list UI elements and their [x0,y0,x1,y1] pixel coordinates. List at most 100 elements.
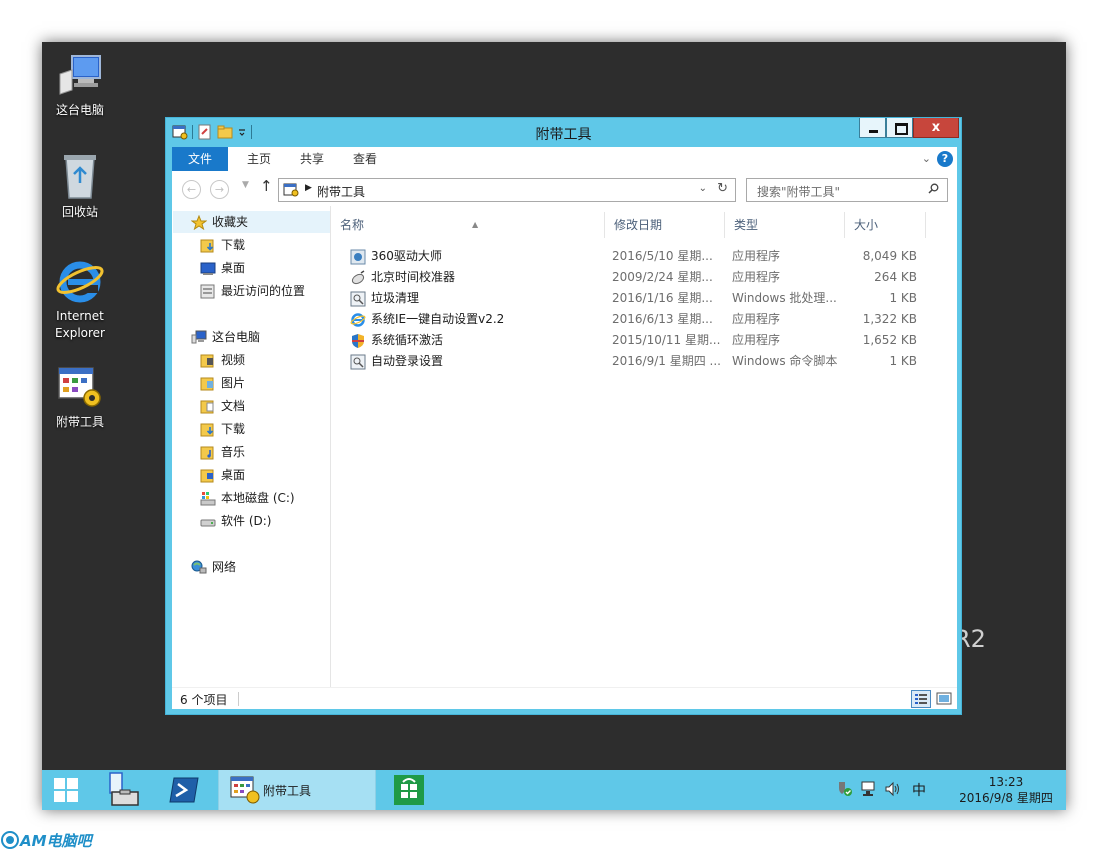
tab-home[interactable]: 主页 [234,147,284,171]
nav-item-downloads[interactable]: 下载 [200,234,245,256]
address-dropdown-chevron-icon[interactable]: ⌄ [699,183,707,194]
taskbar-window-tools[interactable]: 附带工具 [218,770,376,810]
expand-ribbon-chevron-icon[interactable]: ⌄ [922,152,931,165]
file-type: Windows 命令脚本 [732,354,838,368]
nav-label: 文档 [221,399,246,413]
file-name: 北京时间校准器 [371,270,456,284]
maximize-button[interactable] [886,118,913,138]
downloads-folder-icon [200,238,216,253]
tools-folder-icon [230,776,260,804]
powershell-button[interactable] [160,770,210,810]
nav-item-desktop-pc[interactable]: 桌面 [200,464,245,486]
desktop-icon-label: 回收站 [61,205,98,219]
action-center-icon[interactable] [836,781,852,797]
start-button[interactable] [42,770,92,810]
nav-label: 图片 [221,376,246,390]
up-arrow-icon[interactable]: ↑ [260,177,273,195]
recent-locations-chevron-icon[interactable]: ▼ [242,180,249,190]
large-icons-view-icon[interactable] [934,690,954,708]
nav-item-music[interactable]: 音乐 [200,441,245,463]
file-list: 名称 ▲ 修改日期 类型 大小 360驱动大师 2016/5/10 星期... … [332,206,957,687]
file-size: 1 KB [889,354,917,368]
desktop-icon-recycle-bin[interactable]: 回收站 [42,152,118,221]
sort-ascending-icon: ▲ [472,220,479,229]
store-icon [394,775,424,805]
breadcrumb-arrow-icon[interactable]: ▶ [305,183,312,193]
file-row[interactable]: 自动登录设置 2016/9/1 星期四 ... Windows 命令脚本 1 K… [350,351,950,372]
documents-folder-icon [200,399,216,414]
tab-share[interactable]: 共享 [287,147,337,171]
computer-icon [191,330,207,345]
search-box[interactable]: 搜索"附带工具" [746,178,948,202]
address-bar[interactable]: ▶ 附带工具 ⌄ ↻ [278,178,736,202]
column-label: 名称 [340,218,365,232]
network-status-icon[interactable] [860,781,876,797]
nav-item-recent-places[interactable]: 最近访问的位置 [200,280,305,302]
nav-item-desktop[interactable]: 桌面 [200,257,245,279]
column-header-size[interactable]: 大小 [846,212,926,238]
desktop-folder-icon [200,468,216,483]
internet-explorer-icon [54,256,106,306]
explorer-window: 附带工具 x 文件 主页 共享 查看 ⌄ ? ← → ▼ ↑ ▶ 附带工具 ⌄ … [165,117,962,715]
title-bar[interactable]: 附带工具 x [166,118,961,146]
desktop-icon-internet-explorer[interactable]: Internet Explorer [42,256,118,342]
details-view-icon[interactable] [911,690,931,708]
server-manager-button[interactable] [100,770,150,810]
back-button[interactable]: ← [182,180,201,199]
nav-label: 最近访问的位置 [221,284,306,298]
forward-button[interactable]: → [210,180,229,199]
file-type: 应用程序 [732,249,781,263]
close-button[interactable]: x [913,118,959,138]
column-header-date[interactable]: 修改日期 [606,212,725,238]
nav-item-documents[interactable]: 文档 [200,395,245,417]
ime-indicator[interactable]: 中 [912,780,928,799]
search-placeholder: 搜索"附带工具" [757,185,841,199]
nav-item-videos[interactable]: 视频 [200,349,245,371]
powershell-icon [169,777,199,803]
file-row[interactable]: 北京时间校准器 2009/2/24 星期... 应用程序 264 KB [350,267,950,288]
nav-item-drive-c[interactable]: 本地磁盘 (C:) [200,487,295,509]
nav-item-favorites[interactable]: 收藏夹 [173,211,330,233]
tab-view[interactable]: 查看 [340,147,390,171]
nav-item-downloads-pc[interactable]: 下载 [200,418,245,440]
tab-file[interactable]: 文件 [172,147,228,171]
recycle-bin-icon [54,152,106,202]
minimize-button[interactable] [859,118,886,138]
column-label: 修改日期 [614,218,663,232]
desktop-icon-this-pc[interactable]: 这台电脑 [42,50,118,119]
nav-item-this-pc[interactable]: 这台电脑 [191,326,260,348]
nav-label: 桌面 [221,468,246,482]
windows-logo-icon [54,778,78,802]
pictures-folder-icon [200,376,216,391]
search-icon[interactable] [928,183,939,194]
nav-item-pictures[interactable]: 图片 [200,372,245,394]
file-name: 系统IE一键自动设置v2.2 [371,312,505,326]
file-size: 8,049 KB [862,249,917,263]
status-divider [238,692,239,706]
store-button[interactable] [384,770,434,810]
file-row[interactable]: 垃圾清理 2016/1/16 星期... Windows 批处理... 1 KB [350,288,950,309]
item-count: 6 个项目 [180,693,228,707]
desktop-icon-tools[interactable]: 附带工具 [42,362,118,431]
file-row[interactable]: 360驱动大师 2016/5/10 星期... 应用程序 8,049 KB [350,246,950,267]
file-name: 系统循环激活 [371,333,444,347]
column-header-type[interactable]: 类型 [726,212,845,238]
refresh-icon[interactable]: ↻ [717,181,728,196]
column-header-name[interactable]: 名称 ▲ [332,212,605,238]
file-row[interactable]: 系统循环激活 2015/10/11 星期... 应用程序 1,652 KB [350,330,950,351]
nav-label: 本地磁盘 (C:) [221,491,295,505]
cmd-script-icon [350,354,366,370]
nav-item-network[interactable]: 网络 [191,556,236,578]
breadcrumb-path[interactable]: 附带工具 [317,183,365,200]
nav-label: 网络 [212,560,237,574]
computer-icon [54,50,106,100]
address-row: ← → ▼ ↑ ▶ 附带工具 ⌄ ↻ 搜索"附带工具" [172,171,957,206]
nav-item-drive-d[interactable]: 软件 (D:) [200,510,271,532]
nav-label: 下载 [221,422,246,436]
clock-sync-icon [350,270,366,286]
file-row[interactable]: 系统IE一键自动设置v2.2 2016/6/13 星期... 应用程序 1,32… [350,309,950,330]
volume-icon[interactable] [884,781,900,797]
help-icon[interactable]: ? [937,151,953,167]
clock[interactable]: 13:23 2016/9/8 星期四 [956,774,1056,806]
desktop-icon-label: 这台电脑 [55,103,104,117]
